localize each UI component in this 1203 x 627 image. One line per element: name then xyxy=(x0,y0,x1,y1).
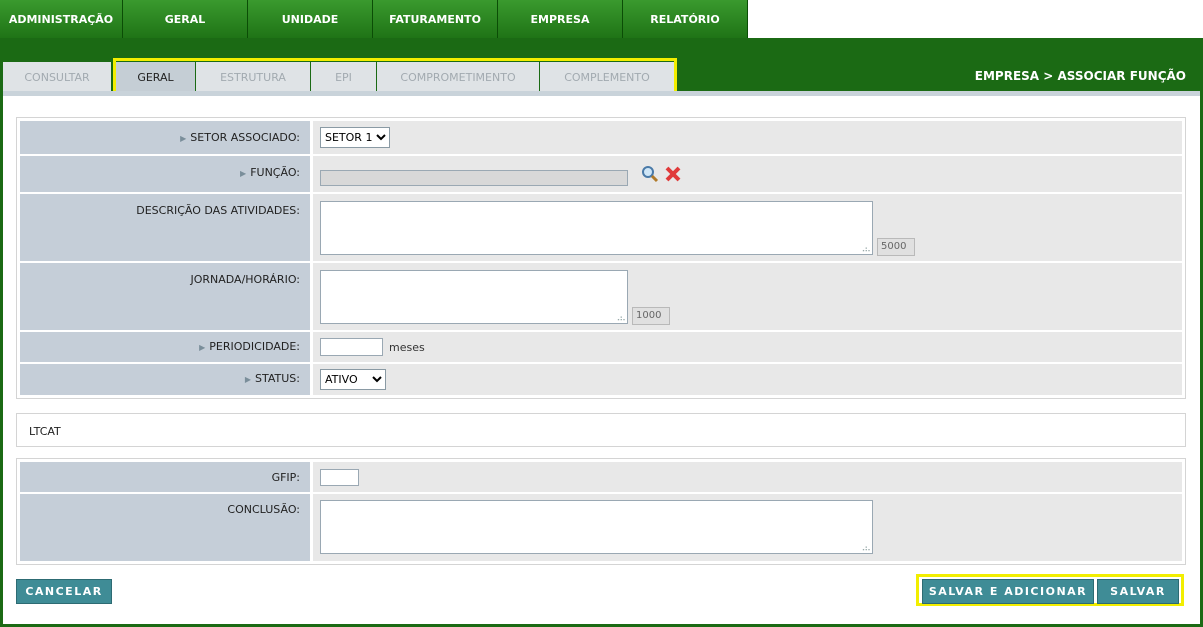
jornada-label: JORNADA/HORÁRIO: xyxy=(190,273,300,286)
save-button[interactable]: SALVAR xyxy=(1097,579,1179,604)
sub-tab-bar: CONSULTAR GERAL ESTRUTURA EPI COMPROMETI… xyxy=(3,46,1200,94)
breadcrumb: EMPRESA > ASSOCIAR FUNÇÃO xyxy=(974,69,1186,83)
periodicidade-label: PERIODICIDADE: xyxy=(209,340,300,353)
nav-empresa[interactable]: EMPRESA xyxy=(498,0,623,38)
row-jornada: JORNADA/HORÁRIO: ⠠⠦ 1000 xyxy=(20,263,1182,330)
top-navigation: ADMINISTRAÇÃO GERAL UNIDADE FATURAMENTO … xyxy=(0,0,748,38)
resize-grip-icon[interactable]: ⠠⠦ xyxy=(859,246,871,255)
row-conclusao: CONCLUSÃO: ⠠⠦ xyxy=(20,494,1182,561)
row-setor: ▶ SETOR ASSOCIADO: SETOR 1 xyxy=(20,121,1182,154)
save-and-add-button[interactable]: SALVAR E ADICIONAR xyxy=(922,579,1094,604)
descricao-textarea[interactable]: ⠠⠦ xyxy=(320,201,873,255)
arrow-icon: ▶ xyxy=(244,375,252,384)
row-descricao: DESCRIÇÃO DAS ATIVIDADES: ⠠⠦ 5000 xyxy=(20,194,1182,261)
ltcat-header: LTCAT xyxy=(16,413,1186,447)
row-status: ▶ STATUS: ATIVO xyxy=(20,364,1182,395)
jornada-char-counter: 1000 xyxy=(632,307,670,325)
nav-underline-bar xyxy=(0,38,1203,46)
conclusao-label: CONCLUSÃO: xyxy=(227,503,300,516)
jornada-textarea[interactable]: ⠠⠦ xyxy=(320,270,628,324)
close-icon[interactable] xyxy=(664,165,682,183)
nav-faturamento[interactable]: FATURAMENTO xyxy=(373,0,498,38)
content-frame: CONSULTAR GERAL ESTRUTURA EPI COMPROMETI… xyxy=(0,46,1203,627)
tab-consultar[interactable]: CONSULTAR xyxy=(3,62,111,92)
arrow-icon: ▶ xyxy=(199,343,206,352)
ltcat-title: LTCAT xyxy=(29,425,61,438)
arrow-icon: ▶ xyxy=(240,169,247,178)
funcao-label: FUNÇÃO: xyxy=(250,166,300,179)
resize-grip-icon[interactable]: ⠠⠦ xyxy=(614,315,626,324)
ltcat-panel: GFIP: CONCLUSÃO: ⠠⠦ xyxy=(16,458,1186,565)
status-label: STATUS: xyxy=(255,372,300,385)
cancel-button[interactable]: CANCELAR xyxy=(16,579,112,604)
resize-grip-icon[interactable]: ⠠⠦ xyxy=(859,545,871,554)
gfip-input[interactable] xyxy=(320,469,359,486)
descricao-label: DESCRIÇÃO DAS ATIVIDADES: xyxy=(136,204,300,217)
row-funcao: ▶ FUNÇÃO: xyxy=(20,156,1182,192)
nav-administracao[interactable]: ADMINISTRAÇÃO xyxy=(0,0,123,38)
row-periodicidade: ▶ PERIODICIDADE: meses xyxy=(20,332,1182,362)
status-select[interactable]: ATIVO xyxy=(320,369,386,390)
nav-unidade[interactable]: UNIDADE xyxy=(248,0,373,38)
periodicidade-unit: meses xyxy=(389,341,425,354)
sub-tab-underline xyxy=(3,91,1200,96)
setor-label: SETOR ASSOCIADO: xyxy=(190,131,300,144)
tabs-highlight xyxy=(113,58,677,94)
conclusao-textarea[interactable]: ⠠⠦ xyxy=(320,500,873,554)
descricao-char-counter: 5000 xyxy=(877,238,915,256)
funcao-field[interactable] xyxy=(320,170,628,186)
gfip-label: GFIP: xyxy=(271,471,300,484)
row-gfip: GFIP: xyxy=(20,462,1182,492)
nav-relatorio[interactable]: RELATÓRIO xyxy=(623,0,748,38)
setor-select[interactable]: SETOR 1 xyxy=(320,127,390,148)
search-icon[interactable] xyxy=(641,165,659,183)
nav-geral[interactable]: GERAL xyxy=(123,0,248,38)
periodicidade-input[interactable] xyxy=(320,338,383,356)
arrow-icon: ▶ xyxy=(180,134,187,143)
main-form-panel: ▶ SETOR ASSOCIADO: SETOR 1 ▶ FUNÇÃO: DES… xyxy=(16,117,1186,399)
